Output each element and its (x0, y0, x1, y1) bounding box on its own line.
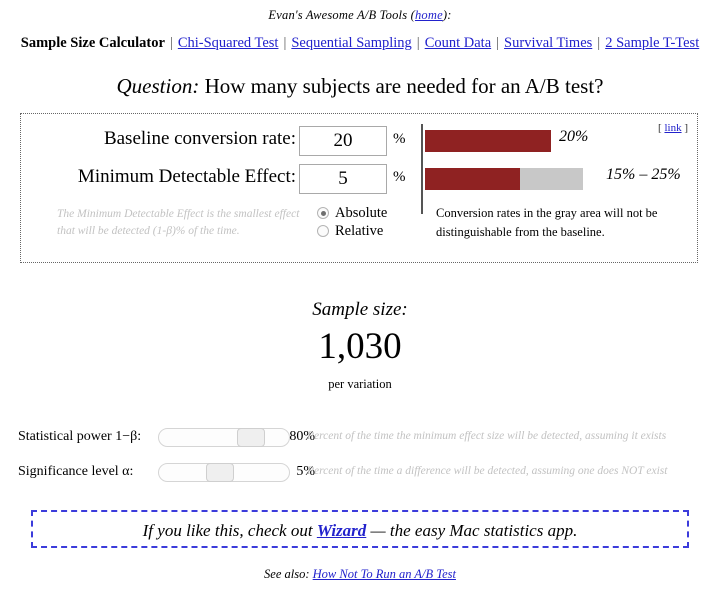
nav-link-sequential-sampling[interactable]: Sequential Sampling (291, 35, 411, 51)
gray-area-note: Conversion rates in the gray area will n… (436, 204, 686, 242)
mde-bar-gray (520, 168, 583, 190)
wizard-promo-post: — the easy Mac statistics app. (366, 521, 577, 540)
baseline-input[interactable] (299, 126, 387, 156)
nav-link-chi-squared-test[interactable]: Chi-Squared Test (178, 35, 279, 51)
baseline-label: Baseline conversion rate: (104, 128, 296, 150)
baseline-unit: % (393, 131, 406, 148)
see-also: See also: How Not To Run an A/B Test (0, 567, 720, 582)
mde-hint: The Minimum Detectable Effect is the sma… (57, 206, 307, 239)
power-slider-row: Statistical power 1−β: 80% Percent of th… (0, 426, 720, 452)
radio-absolute-icon[interactable] (317, 207, 329, 219)
baseline-bar-label: 20% (559, 128, 588, 146)
radio-option-absolute[interactable]: Absolute (317, 204, 387, 222)
see-also-link[interactable]: How Not To Run an A/B Test (313, 567, 456, 581)
nav-link-2-sample-t-test[interactable]: 2 Sample T-Test (605, 35, 699, 51)
page-title: Question: How many subjects are needed f… (0, 74, 720, 99)
alpha-slider-label: Significance level α: (18, 464, 133, 480)
wizard-promo-banner: If you like this, check out Wizard — the… (31, 510, 689, 548)
alpha-slider-hint: Percent of the time a difference will be… (307, 465, 667, 477)
sample-size-value: 1,030 (0, 325, 720, 368)
sample-size-label: Sample size: (0, 299, 720, 321)
wizard-link[interactable]: Wizard (317, 521, 366, 540)
site-title-post: ): (443, 8, 452, 22)
mde-bar-red (425, 168, 520, 190)
nav-separator-4: | (491, 35, 504, 51)
radio-option-relative[interactable]: Relative (317, 222, 387, 240)
radio-absolute-label: Absolute (335, 205, 387, 221)
baseline-bar (425, 130, 551, 152)
question-label: Question: (117, 74, 200, 98)
question-text: How many subjects are needed for an A/B … (205, 74, 604, 98)
mde-bar (425, 168, 583, 190)
home-link[interactable]: home (415, 8, 443, 22)
mde-unit: % (393, 169, 406, 186)
mde-input[interactable] (299, 164, 387, 194)
mde-type-radio-group: Absolute Relative (317, 204, 387, 240)
baseline-bar-red (425, 130, 551, 152)
see-also-label: See also: (264, 567, 313, 581)
mde-row: Minimum Detectable Effect: % 15% – 25% (21, 164, 697, 198)
nav-current-sample-size-calculator: Sample Size Calculator (21, 35, 165, 51)
baseline-row: Baseline conversion rate: % 20% (21, 126, 697, 160)
radio-relative-icon[interactable] (317, 225, 329, 237)
nav-separator-2: | (278, 35, 291, 51)
radio-relative-label: Relative (335, 223, 383, 239)
calculator-panel: [ link ] Baseline conversion rate: % 20%… (20, 113, 698, 263)
nav-separator-1: | (165, 35, 178, 51)
site-title-pre: Evan's Awesome A/B Tools ( (268, 8, 415, 22)
mde-bar-label: 15% – 25% (606, 166, 681, 184)
site-title: Evan's Awesome A/B Tools (home): (0, 0, 720, 23)
nav-link-count-data[interactable]: Count Data (425, 35, 491, 51)
power-slider-hint: Percent of the time the minimum effect s… (307, 430, 666, 442)
nav-separator-3: | (412, 35, 425, 51)
chart-axis-line (421, 124, 423, 214)
alpha-slider-row: Significance level α: 5% Percent of the … (0, 461, 720, 487)
power-slider-label: Statistical power 1−β: (18, 429, 141, 445)
nav-separator-5: | (592, 35, 605, 51)
nav-bar: Sample Size Calculator|Chi-Squared Test|… (0, 35, 720, 52)
nav-link-survival-times[interactable]: Survival Times (504, 35, 592, 51)
alpha-slider-thumb[interactable] (206, 463, 234, 482)
sample-size-sublabel: per variation (0, 377, 720, 392)
mde-label: Minimum Detectable Effect: (78, 166, 296, 188)
wizard-promo-pre: If you like this, check out (143, 521, 317, 540)
power-slider-thumb[interactable] (237, 428, 265, 447)
